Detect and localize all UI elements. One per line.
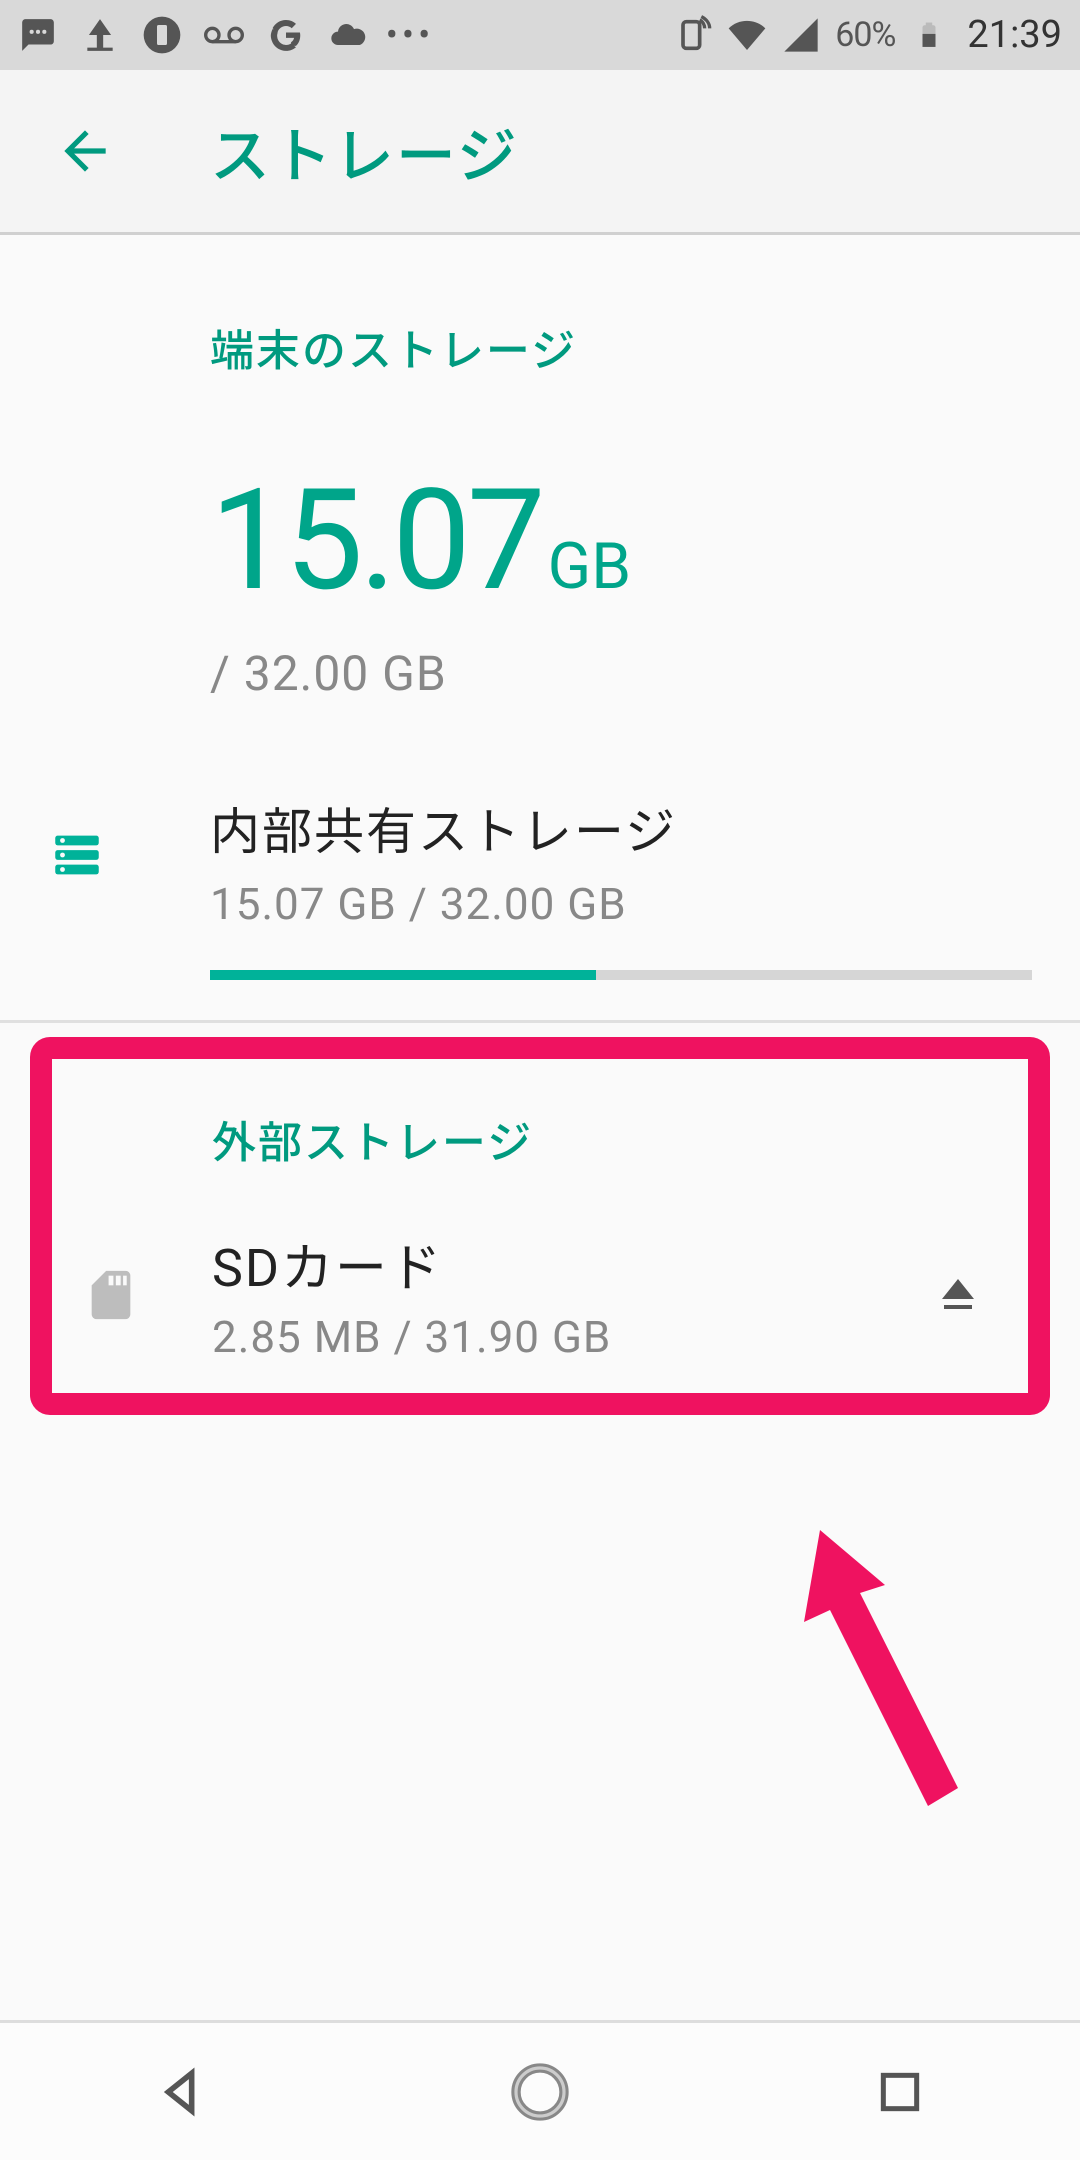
status-left: •••: [18, 15, 430, 55]
voicemail-icon: [204, 15, 244, 55]
device-storage-header: 端末のストレージ: [0, 235, 1080, 389]
battery-percent: 60%: [835, 15, 895, 55]
internal-storage-row[interactable]: 内部共有ストレージ 15.07 GB / 32.00 GB: [0, 792, 1080, 980]
device-storage-summary: 15.07GB / 32.00 GB: [0, 389, 1080, 702]
more-icon: •••: [390, 15, 430, 55]
external-storage-header: 外部ストレージ: [52, 1059, 1028, 1181]
nav-back-button[interactable]: [125, 2052, 235, 2132]
status-time: 21:39: [967, 13, 1062, 57]
nav-recent-button[interactable]: [845, 2052, 955, 2132]
cloud-icon: [328, 15, 368, 55]
app-bar: ストレージ: [0, 70, 1080, 235]
content: 端末のストレージ 15.07GB / 32.00 GB 内部共有ストレージ 15…: [0, 235, 1080, 1415]
nav-home-button[interactable]: [485, 2052, 595, 2132]
internal-progress-track: [210, 970, 1032, 980]
battery-icon: [909, 15, 949, 55]
device-total-line: / 32.00 GB: [210, 645, 1080, 702]
status-right: 60% 21:39: [673, 13, 1062, 57]
google-icon: [266, 15, 306, 55]
internal-progress-fill: [210, 970, 596, 980]
sd-card-subtitle: 2.85 MB / 31.90 GB: [212, 1311, 918, 1363]
internal-storage-title: 内部共有ストレージ: [210, 792, 1032, 864]
external-highlight-box: 外部ストレージ SDカード 2.85 MB / 31.90 GB: [30, 1037, 1050, 1415]
annotation-arrow-icon: [790, 1530, 960, 1810]
sd-card-icon: [82, 1266, 162, 1324]
internal-storage-icon: [48, 792, 148, 884]
navigation-bar: [0, 2020, 1080, 2160]
internal-storage-subtitle: 15.07 GB / 32.00 GB: [210, 878, 1032, 930]
eject-button[interactable]: [918, 1271, 998, 1319]
device-notif-icon: [142, 15, 182, 55]
divider: [0, 1020, 1080, 1023]
sd-card-row[interactable]: SDカード 2.85 MB / 31.90 GB: [52, 1181, 1028, 1363]
device-used-unit: GB: [548, 529, 631, 604]
page-title: ストレージ: [210, 108, 519, 195]
status-bar: ••• 60% 21:39: [0, 0, 1080, 70]
sms-icon: [18, 15, 58, 55]
back-button[interactable]: [50, 116, 120, 186]
sd-card-title: SDカード: [212, 1226, 918, 1301]
lamp-icon: [80, 15, 120, 55]
nfc-icon: [673, 15, 713, 55]
device-used-number: 15.07: [210, 459, 542, 623]
cell-signal-icon: [781, 15, 821, 55]
wifi-icon: [727, 15, 767, 55]
